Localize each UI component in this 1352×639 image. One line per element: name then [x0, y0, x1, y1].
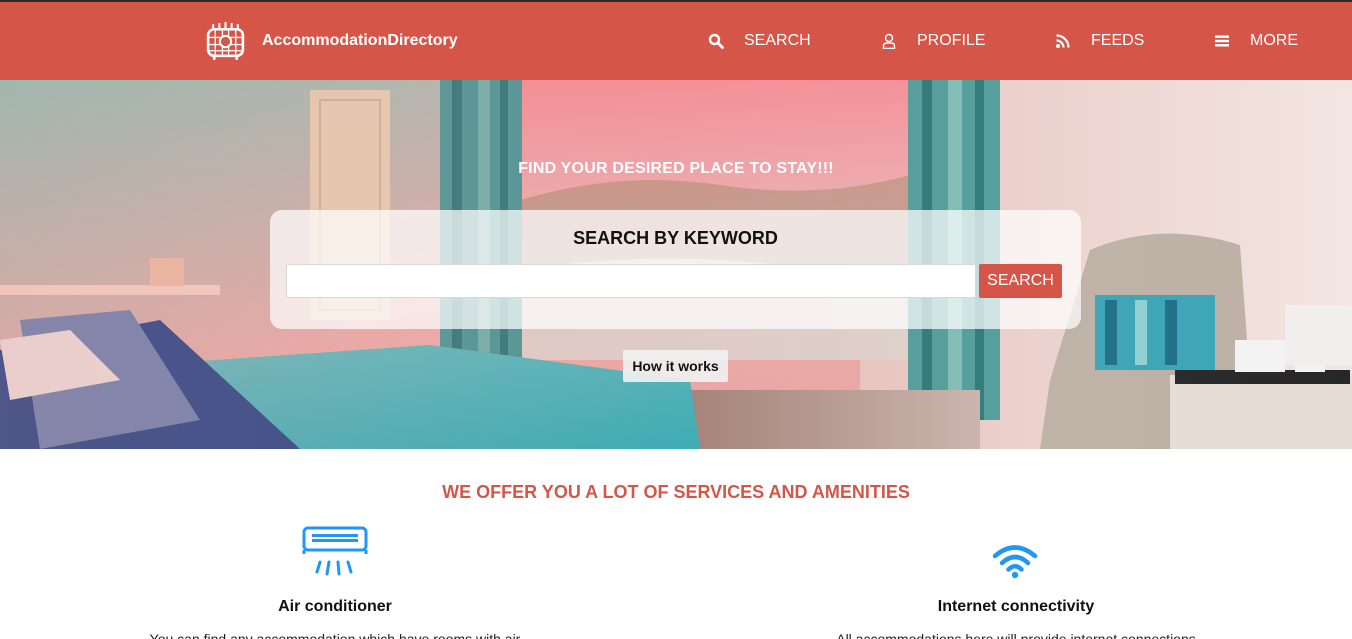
- service-title-air-conditioner: Air conditioner: [278, 598, 392, 615]
- building-logo-icon: [206, 22, 245, 60]
- how-it-works-button[interactable]: How it works: [623, 350, 728, 382]
- service-description-air-conditioner: You can find any accommodation which hav…: [149, 631, 521, 639]
- search-button[interactable]: SEARCH: [979, 264, 1062, 298]
- wifi-icon: [992, 545, 1038, 579]
- hero-tagline: FIND YOUR DESIRED PLACE TO STAY!!!: [518, 160, 834, 177]
- nav-search-link[interactable]: SEARCH: [708, 2, 811, 80]
- nav-feeds-link[interactable]: FEEDS: [1055, 2, 1144, 80]
- top-navbar: AccommodationDirectory SEARCH PROFILE FE…: [0, 0, 1352, 80]
- user-icon: [882, 33, 896, 49]
- nav-profile-link[interactable]: PROFILE: [881, 2, 985, 80]
- search-icon: [708, 33, 724, 49]
- service-title-internet: Internet connectivity: [937, 598, 1095, 615]
- keyword-search-panel: SEARCH BY KEYWORD SEARCH: [270, 210, 1081, 329]
- brand-link[interactable]: AccommodationDirectory: [205, 20, 458, 61]
- air-conditioner-icon: [302, 526, 368, 576]
- service-description-internet: All accommodations here will provide int…: [836, 631, 1196, 639]
- nav-search-label: SEARCH: [744, 32, 811, 49]
- hero-section: FIND YOUR DESIRED PLACE TO STAY!!! SEARC…: [0, 80, 1352, 449]
- keyword-search-input[interactable]: [286, 264, 976, 298]
- nav-more-link[interactable]: MORE: [1214, 2, 1298, 80]
- nav-more-label: MORE: [1250, 32, 1298, 49]
- rss-icon: [1056, 34, 1070, 48]
- nav-feeds-label: FEEDS: [1091, 32, 1145, 49]
- services-heading: WE OFFER YOU A LOT OF SERVICES AND AMENI…: [442, 482, 910, 502]
- search-panel-title: SEARCH BY KEYWORD: [573, 228, 778, 248]
- brand-name: AccommodationDirectory: [262, 31, 458, 49]
- menu-icon: [1215, 35, 1229, 47]
- nav-profile-label: PROFILE: [917, 32, 986, 49]
